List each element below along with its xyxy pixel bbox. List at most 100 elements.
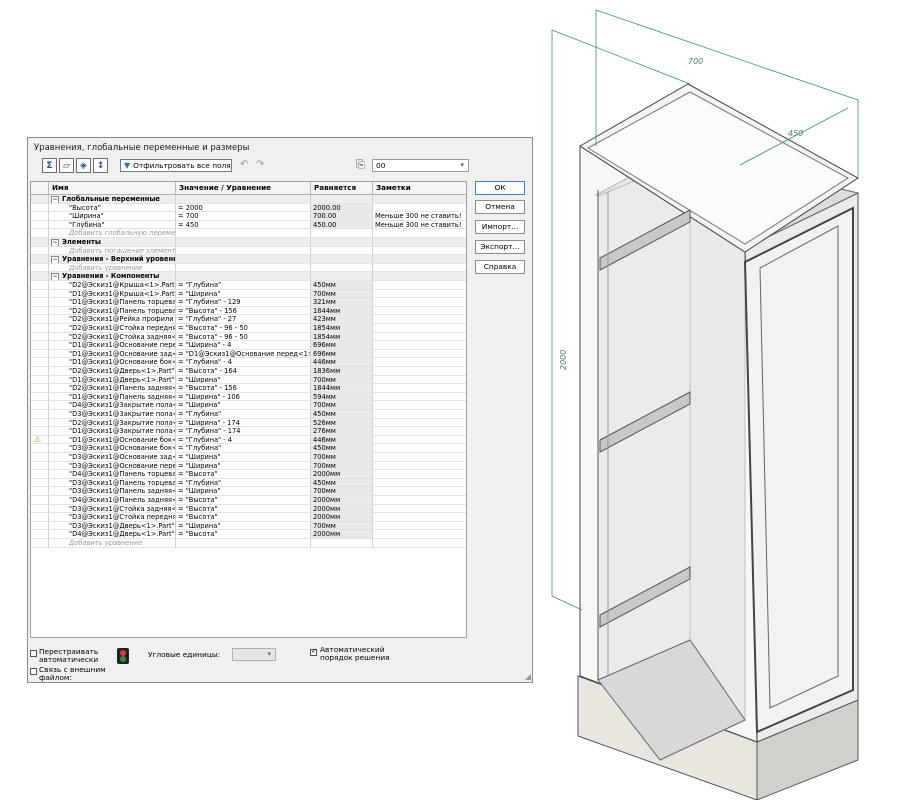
cell-value[interactable]: = "Высота" [176,530,311,538]
table-row[interactable]: "D4@Эскиз1@Панель задняя< = "Высота" 2000м… [31,496,466,505]
table-row[interactable]: "D1@Эскиз1@Панель торцева = "Глубина" - 1… [31,298,466,307]
cell-name[interactable]: "Высота" [49,203,176,212]
cell-value[interactable]: = "Высота" [176,470,311,478]
resize-grip-icon[interactable]: ◢ [525,672,531,681]
cancel-button[interactable]: Отмена [475,200,525,214]
cell-name[interactable]: "D4@Эскиз1@Дверь<1>.Part" [49,530,176,538]
cell-value[interactable]: = "Высота" [176,513,311,521]
cell-eval[interactable]: 594мм [311,392,373,401]
equations-grid[interactable]: Имя Значение / Уравнение Равняется Замет… [30,181,467,638]
cell-value[interactable]: = "Глубина" [176,478,311,487]
cell-eval[interactable]: 450мм [311,478,373,487]
section-row[interactable]: − Уравнения - Компоненты [31,272,466,281]
cell-name[interactable]: "D1@Эскиз1@Основание бок< [49,358,176,366]
cell-notes[interactable] [373,539,466,547]
table-row[interactable]: "D1@Эскиз1@Основание зад< = "D1@Эскиз1@Ос… [31,349,466,359]
cell-notes[interactable]: Меньше 300 не ставить! [373,221,466,229]
cell-value[interactable]: = "Высота" - 156 [176,384,311,392]
angle-units-select[interactable]: ▾ [232,648,276,661]
cell-notes[interactable] [373,229,466,237]
table-row[interactable]: "D2@Эскиз1@Крыша<1>.Part@ = "Глубина" 450м… [31,281,466,290]
cell-eval[interactable]: 700мм [311,487,373,495]
table-row[interactable]: "D4@Эскиз1@Дверь<1>.Part" = "Высота" 2000м… [31,530,466,539]
table-row[interactable]: "D1@Эскиз1@Крыша<1>.Part@ = "Ширина" 700мм [31,289,466,299]
cell-value[interactable] [176,246,311,255]
table-row[interactable]: "D2@Эскиз1@Стойка передня = "Высота" - 96… [31,324,466,333]
collapse-icon[interactable]: − [51,196,59,203]
cell-name[interactable]: "D1@Эскиз1@Основание зад< [49,349,176,358]
cell-name[interactable]: "D1@Эскиз1@Панель торцева [49,298,176,306]
cell-eval[interactable]: 1854мм [311,324,373,332]
auto-rebuild-checkbox[interactable] [30,650,37,657]
cell-notes[interactable] [373,462,466,470]
add-row[interactable]: Добавить глобальную перемен [31,229,466,238]
table-row[interactable]: "D1@Эскиз1@Закрытие пола< = "Глубина" - 1… [31,427,466,436]
cell-notes[interactable] [373,281,466,289]
cell-value[interactable]: = "Ширина" - 174 [176,418,311,427]
cell-value[interactable]: = "Высота" [176,504,311,513]
cell-notes[interactable] [373,367,466,375]
add-row[interactable]: Добавить уравнение [31,263,466,273]
cell-notes[interactable] [373,401,466,409]
cell-value[interactable]: = 450 [176,220,311,229]
cell-value[interactable]: = "Ширина" - 106 [176,392,311,401]
table-row[interactable]: "D3@Эскиз1@Стойка передня = "Высота" 2000м… [31,513,466,522]
cell-eval[interactable]: 423мм [311,315,373,323]
column-header-value[interactable]: Значение / Уравнение [176,182,311,194]
cell-eval[interactable]: 446мм [311,435,373,444]
cell-name[interactable]: "D3@Эскиз1@Панель задняя< [49,487,176,495]
cell-value[interactable]: = 2000 [176,203,311,212]
cell-eval[interactable]: 1844мм [311,384,373,392]
import-button[interactable]: Импорт... [475,220,525,234]
cell-notes[interactable] [373,341,466,349]
table-row[interactable]: "D1@Эскиз1@Основание бок< = "Глубина" - 4… [31,358,466,367]
cell-name[interactable]: "D1@Эскиз1@Панель задняя< [49,392,176,401]
collapse-icon[interactable]: − [51,256,59,263]
table-row[interactable]: "D2@Эскиз1@Панель торцева = "Высота" - 15… [31,306,466,316]
section-row[interactable]: − Глобальные переменные [31,195,466,204]
cell-notes[interactable] [373,298,466,306]
cell-notes[interactable] [373,307,466,315]
table-row[interactable]: "D2@Эскиз1@Рейка профили = "Глубина" - 27… [31,315,466,324]
cell-notes[interactable] [373,204,466,212]
cell-name[interactable]: "D3@Эскиз1@Дверь<1>.Part" [49,521,176,530]
cell-value[interactable] [176,229,311,237]
table-row[interactable]: "D3@Эскиз1@Панель торцева = "Глубина" 450м… [31,478,466,488]
cell-eval[interactable]: 276мм [311,427,373,435]
export-button[interactable]: Экспорт... [475,240,525,254]
cell-value[interactable]: = "Глубина" - 174 [176,427,311,435]
table-row[interactable]: "D1@Эскиз1@Основание пере = "Ширина" - 4 6… [31,341,466,350]
cell-value[interactable]: = "Ширина" [176,401,311,409]
sketch-view-icon[interactable]: ▱ [59,158,74,173]
undo-icon[interactable]: ↶ [240,159,248,170]
cell-name[interactable]: "D2@Эскиз1@Крыша<1>.Part@ [49,281,176,289]
cell-value[interactable]: = "Глубина" - 4 [176,435,311,444]
cell-eval[interactable]: 700мм [311,401,373,409]
table-row[interactable]: "D1@Эскиз1@Дверь<1>.Part" = "Ширина" 700мм [31,375,466,385]
table-row[interactable]: "D3@Эскиз1@Дверь<1>.Part" = "Ширина" 700мм [31,521,466,531]
cell-eval[interactable]: 2000мм [311,504,373,513]
section-row[interactable]: − Уравнения - Верхний уровень [31,255,466,264]
order-view-icon[interactable]: ↕ [93,158,108,173]
table-row[interactable]: "D3@Эскиз1@Основание пере = "Ширина" 700мм [31,461,466,471]
cell-value[interactable]: = "Глубина" [176,444,311,452]
sigma-icon[interactable]: Σ [42,158,57,173]
cell-value[interactable]: = "Ширина" [176,375,311,384]
cell-value[interactable]: = "Ширина" [176,461,311,470]
cell-value[interactable]: = "Глубина" - 129 [176,298,311,306]
cell-name[interactable]: "D1@Эскиз1@Закрытие пола< [49,427,176,435]
cell-eval[interactable]: 321мм [311,298,373,306]
cell-notes[interactable] [373,290,466,298]
cell-notes[interactable] [373,315,466,323]
add-row[interactable]: Добавить погашение элемента [31,246,466,256]
cell-name[interactable]: "D3@Эскиз1@Закрытие пола< [49,410,176,418]
cell-value[interactable]: = "Глубина" [176,281,311,289]
cell-value[interactable]: = "Глубина" [176,410,311,418]
cell-notes[interactable] [373,376,466,384]
cell-eval[interactable] [311,539,373,547]
add-row[interactable]: Добавить уравнение [31,539,466,548]
ok-button[interactable]: ОК [475,181,525,195]
cell-name[interactable]: "D3@Эскиз1@Основание пере [49,461,176,470]
cell-name[interactable]: "D2@Эскиз1@Панель задняя< [49,384,176,392]
table-row[interactable]: "D3@Эскиз1@Основание бок< = "Глубина" 450м… [31,444,466,453]
